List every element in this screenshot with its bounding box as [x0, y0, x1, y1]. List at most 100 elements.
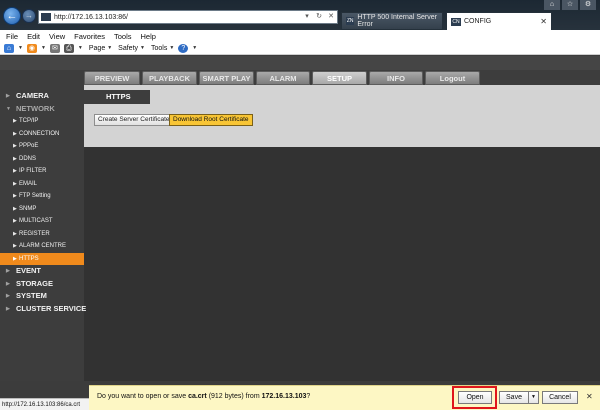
expand-arrow-icon: ▶: [6, 293, 10, 299]
nav-tab-setup[interactable]: SETUP: [312, 71, 367, 85]
sidebar-item-pppoe[interactable]: ▶ PPPoE: [0, 140, 84, 153]
menu-tools[interactable]: Tools: [114, 32, 132, 41]
sidebar-item-ddns[interactable]: ▶ DDNS: [0, 153, 84, 166]
sidebar-item-label: DDNS: [19, 155, 37, 162]
page-title-tab: HTTPS: [84, 90, 150, 104]
stop-icon[interactable]: ✕: [325, 11, 337, 23]
sidebar-item-ip-filter[interactable]: ▶ IP FILTER: [0, 165, 84, 178]
sidebar-item-alarm-centre[interactable]: ▶ ALARM CENTRE: [0, 240, 84, 253]
main-nav: PREVIEW PLAYBACK SMART PLAY ALARM SETUP …: [84, 71, 480, 85]
status-bar-url: http://172.16.13.103:86/ca.crt: [0, 398, 89, 410]
safety-menu-label: Safety: [118, 44, 139, 52]
sidebar-item-label: SNMP: [19, 205, 37, 212]
chevron-down-icon[interactable]: ▼: [41, 45, 46, 51]
sidebar-item-camera[interactable]: ▶ CAMERA: [0, 90, 84, 103]
help-icon[interactable]: ?: [178, 43, 189, 53]
content-panel-header: [150, 90, 600, 104]
download-root-certificate-button[interactable]: Download Root Certificate: [169, 114, 253, 126]
menu-favorites[interactable]: Favorites: [74, 32, 105, 41]
expand-arrow-icon: ▶: [6, 268, 10, 274]
tab-http-500[interactable]: ZN HTTP 500 Internal Server Error: [341, 12, 443, 30]
sidebar-item-network[interactable]: ▼ NETWORK: [0, 103, 84, 116]
download-prompt-text: Do you want to open or save ca.crt (912 …: [97, 393, 310, 400]
sidebar-item-cluster-service[interactable]: ▶ CLUSTER SERVICE: [0, 303, 86, 316]
sidebar-item-system[interactable]: ▶ SYSTEM: [0, 290, 84, 303]
menu-edit[interactable]: Edit: [27, 32, 40, 41]
bullet-arrow-icon: ▶: [13, 143, 17, 149]
chevron-down-icon: ▼: [140, 45, 145, 51]
safety-menu[interactable]: Safety ▼: [118, 45, 145, 52]
chevron-down-icon[interactable]: ▼: [18, 45, 23, 51]
open-button[interactable]: Open: [458, 391, 492, 404]
site-favicon-icon: [41, 13, 51, 21]
nav-tab-preview[interactable]: PREVIEW: [84, 71, 140, 85]
sidebar-item-label: NETWORK: [16, 103, 55, 113]
tools-menu[interactable]: Tools ▼: [151, 45, 174, 52]
bullet-arrow-icon: ▶: [13, 155, 17, 162]
nav-tab-smart-play[interactable]: SMART PLAY: [199, 71, 254, 85]
sidebar-item-snmp[interactable]: ▶ SNMP: [0, 203, 84, 216]
close-icon[interactable]: ✕: [586, 392, 593, 401]
chevron-down-icon[interactable]: ▼: [192, 45, 197, 51]
page-top-strip: [0, 56, 600, 70]
menu-file[interactable]: File: [6, 32, 18, 41]
tab-close-icon[interactable]: ✕: [540, 17, 547, 26]
sidebar-item-email[interactable]: ▶ EMAIL: [0, 178, 84, 191]
menu-help[interactable]: Help: [141, 32, 156, 41]
sidebar-item-label: ALARM CENTRE: [19, 243, 67, 249]
search-dropdown-icon[interactable]: ▾: [301, 11, 313, 23]
mail-icon[interactable]: ✉: [49, 43, 60, 53]
sidebar-item-storage[interactable]: ▶ STORAGE: [0, 278, 84, 291]
tab-label: HTTP 500 Internal Server Error: [357, 14, 437, 28]
tab-favicon-icon: ZN: [346, 17, 355, 25]
nav-tab-playback[interactable]: PLAYBACK: [142, 71, 197, 85]
prompt-host: 172.16.13.103: [261, 393, 307, 400]
command-bar: ⌂ ▼ ◉ ▼ ✉ ⎙ ▼ Page ▼ Safety ▼ Tools ▼ ? …: [0, 42, 600, 55]
home-icon[interactable]: ⌂: [4, 43, 14, 53]
home-icon[interactable]: ⌂: [544, 0, 560, 10]
forward-arrow-icon[interactable]: →: [22, 9, 36, 23]
bullet-arrow-icon: ▶: [13, 193, 17, 199]
tab-config[interactable]: CN CONFIG ✕: [446, 12, 552, 30]
bullet-arrow-icon: ▶: [13, 255, 17, 262]
chevron-down-icon: ▼: [169, 45, 175, 51]
menu-view[interactable]: View: [49, 32, 65, 41]
sidebar-item-label: TCP/IP: [19, 118, 39, 124]
window-controls: ⌂ ☆ ⚙: [544, 0, 596, 10]
settings-sidebar: ▶ CAMERA ▼ NETWORK ▶ TCP/IP ▶ CONNECTION…: [0, 90, 86, 316]
back-arrow-icon[interactable]: ←: [3, 7, 21, 25]
bullet-arrow-icon: ▶: [13, 205, 17, 212]
address-text[interactable]: http://172.16.13.103:86/: [54, 14, 301, 21]
expand-arrow-icon: ▶: [6, 93, 10, 99]
sidebar-item-label: IP FILTER: [19, 168, 47, 174]
sidebar-item-tcpip[interactable]: ▶ TCP/IP: [0, 115, 84, 128]
bullet-arrow-icon: ▶: [13, 168, 17, 174]
sidebar-item-event[interactable]: ▶ EVENT: [0, 265, 84, 278]
nav-tab-alarm[interactable]: ALARM: [256, 71, 310, 85]
sidebar-item-multicast[interactable]: ▶ MULTICAST: [0, 215, 84, 228]
sidebar-item-connection[interactable]: ▶ CONNECTION: [0, 128, 84, 141]
sidebar-item-label: CONNECTION: [19, 130, 60, 137]
favorites-star-icon[interactable]: ☆: [562, 0, 578, 10]
rss-feed-icon[interactable]: ◉: [26, 43, 37, 53]
save-dropdown-chevron-icon[interactable]: ▼: [528, 392, 538, 403]
sidebar-item-https[interactable]: ▶ HTTPS: [0, 252, 84, 265]
address-bar[interactable]: http://172.16.13.103:86/ ▾ ↻ ✕: [38, 10, 338, 24]
settings-gear-icon[interactable]: ⚙: [580, 0, 596, 10]
refresh-icon[interactable]: ↻: [313, 11, 325, 23]
print-icon[interactable]: ⎙: [63, 43, 74, 53]
sidebar-item-label: EMAIL: [19, 180, 38, 187]
create-server-certificate-button[interactable]: Create Server Certificate: [94, 114, 174, 126]
sidebar-item-label: EVENT: [16, 266, 42, 275]
sidebar-item-label: MULTICAST: [19, 218, 53, 224]
bullet-arrow-icon: ▶: [13, 230, 17, 237]
nav-tab-info[interactable]: INFO: [369, 71, 423, 85]
chevron-down-icon[interactable]: ▼: [78, 45, 83, 51]
save-button[interactable]: Save ▼: [499, 391, 539, 404]
cancel-button[interactable]: Cancel: [542, 391, 578, 404]
sidebar-item-ftp-setting[interactable]: ▶ FTP Setting: [0, 190, 84, 203]
expand-arrow-icon: ▶: [6, 280, 10, 287]
sidebar-item-register[interactable]: ▶ REGISTER: [0, 228, 84, 241]
page-menu[interactable]: Page ▼: [89, 45, 112, 52]
nav-tab-logout[interactable]: Logout: [425, 71, 480, 85]
